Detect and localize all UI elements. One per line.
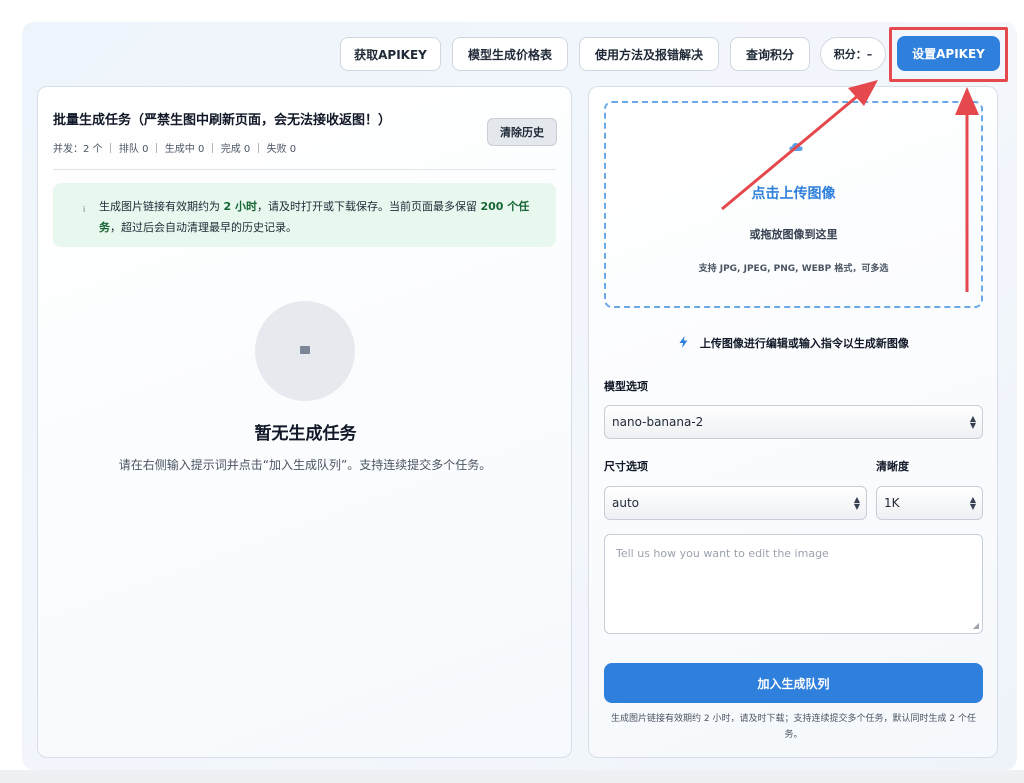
task-stats: 并发：2 个 ｜ 排队 0 ｜ 生成中 0 ｜ 完成 0 ｜ 失败 0 [53,144,297,155]
task-panel: 批量生成任务（严禁生图中刷新页面，会无法接收返图！） 并发：2 个 ｜ 排队 0… [37,86,572,758]
divider [53,169,556,170]
size-select[interactable]: auto ▲ ▼ [604,486,867,520]
get-apikey-button[interactable]: 获取APIKEY [340,37,441,71]
model-select[interactable]: nano-banana-2 ▲ ▼ [604,405,983,439]
notice-text-1: 生成图片链接有效期约为 [99,200,224,213]
select-arrow-icon: ▲ ▼ [969,414,976,430]
empty-state-description: 请在右侧输入提示词并点击“加入生成队列”。支持连续提交多个任务。 [118,458,492,472]
image-placeholder-icon [300,346,310,354]
image-upload-dropzone[interactable]: 点击上传图像 或拖放图像到这里 支持 JPG, JPEG, PNG, WEBP … [604,101,983,308]
notice-text-3: ，超过后会自动清理最早的历史记录。 [110,221,297,234]
clear-history-button[interactable]: 清除历史 [487,118,557,146]
upload-title: 点击上传图像 [751,186,836,202]
clarity-select-value: 1K [884,496,900,510]
clarity-select[interactable]: 1K ▲ ▼ [876,486,983,520]
task-panel-title: 批量生成任务（严禁生图中刷新页面，会无法接收返图！） [53,113,392,128]
model-label: 模型选项 [604,380,648,393]
upload-formats: 支持 JPG, JPEG, PNG, WEBP 格式，可多选 [698,264,889,274]
notice-bold-1: 2 小时 [223,200,257,213]
select-arrow-icon: ▲ ▼ [969,495,976,511]
hint-text: 上传图像进行编辑或输入指令以生成新图像 [699,337,909,350]
usage-help-button[interactable]: 使用方法及报错解决 [579,37,719,71]
annotation-highlight-box [889,27,1008,82]
expiry-notice: i 生成图片链接有效期约为 2 小时，请及时打开或下载保存。当前页面最多保留 2… [53,183,556,247]
prompt-placeholder: Tell us how you want to edit the image [616,547,829,560]
notice-text-2: ，请及时打开或下载保存。当前页面最多保留 [256,200,481,213]
empty-state-title: 暂无生成任务 [254,424,357,444]
generation-panel: 点击上传图像 或拖放图像到这里 支持 JPG, JPEG, PNG, WEBP … [588,86,998,758]
info-icon: i [83,205,86,214]
credits-badge: 积分：– [820,37,886,71]
resize-grip-icon[interactable]: ◢ [973,621,979,630]
clarity-label: 清晰度 [876,460,909,473]
size-label: 尺寸选项 [604,460,648,473]
select-arrow-icon: ▲ ▼ [853,495,860,511]
size-select-value: auto [612,496,640,510]
add-to-queue-button[interactable]: 加入生成队列 [604,663,983,703]
hint-row: 上传图像进行编辑或输入指令以生成新图像 [589,335,999,351]
cloud-upload-icon [789,141,803,151]
bottom-strip [0,770,1024,783]
query-credits-button[interactable]: 查询积分 [730,37,810,71]
price-table-button[interactable]: 模型生成价格表 [452,37,568,71]
bolt-icon [679,336,692,350]
upload-subtitle: 或拖放图像到这里 [749,228,838,241]
prompt-textarea[interactable]: Tell us how you want to edit the image ◢ [604,534,983,634]
model-select-value: nano-banana-2 [612,415,704,429]
footnote: 生成图片链接有效期约 2 小时，请及时下载；支持连续提交多个任务，默认同时生成 … [611,714,976,740]
